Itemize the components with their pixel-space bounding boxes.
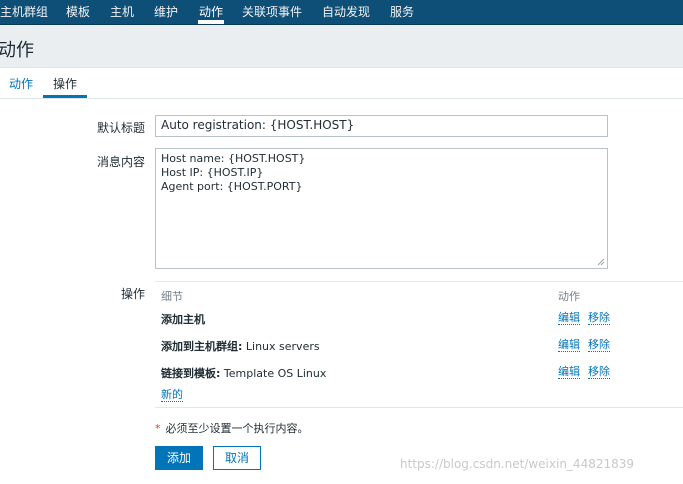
remove-link[interactable]: 移除	[588, 312, 610, 325]
cancel-button[interactable]: 取消	[213, 446, 261, 470]
nav-item-actions[interactable]: 动作	[199, 3, 223, 20]
operation-type: 链接到模板:	[161, 367, 221, 380]
operation-row-text: 添加主机	[161, 311, 205, 327]
edit-link[interactable]: 编辑	[558, 366, 580, 379]
nav-active-indicator	[198, 20, 224, 24]
nav-item-templates[interactable]: 模板	[66, 3, 90, 20]
nav-item-host-groups[interactable]: 主机群组	[0, 3, 48, 20]
operations-label: 操作	[121, 287, 146, 301]
operation-target: Template OS Linux	[220, 367, 327, 380]
nav-item-maintenance[interactable]: 维护	[154, 3, 178, 20]
tab-operations[interactable]: 操作	[53, 75, 77, 92]
page-title: 动作	[0, 40, 34, 61]
requirement-text: 必须至少设置一个执行内容。	[165, 422, 309, 435]
operation-type: 添加到主机群组:	[161, 340, 243, 353]
operation-target: Linux servers	[242, 340, 320, 353]
tab-active-indicator	[43, 95, 87, 98]
message-label: 消息内容	[97, 155, 146, 169]
operation-row-text: 添加到主机群组: Linux servers	[161, 338, 320, 354]
watermark-text: https://blog.csdn.net/weixin_44821839	[400, 457, 635, 471]
required-star: *	[155, 422, 161, 435]
edit-link[interactable]: 编辑	[558, 339, 580, 352]
nav-item-hosts[interactable]: 主机	[110, 3, 134, 20]
action-column-header: 动作	[558, 290, 580, 303]
new-operation-link[interactable]: 新的	[161, 389, 183, 402]
subject-input[interactable]: Auto registration: {HOST.HOST}	[155, 115, 608, 137]
add-button[interactable]: 添加	[155, 446, 203, 470]
message-line: Agent port: {HOST.PORT}	[161, 180, 303, 193]
tab-action[interactable]: 动作	[9, 75, 33, 92]
operation-type: 添加主机	[161, 313, 205, 326]
nav-item-discovery[interactable]: 自动发现	[322, 3, 370, 20]
message-textarea[interactable]: Host name: {HOST.HOST} Host IP: {HOST.IP…	[155, 148, 608, 269]
nav-item-services[interactable]: 服务	[390, 3, 414, 20]
edit-link[interactable]: 编辑	[558, 312, 580, 325]
subject-label: 默认标题	[97, 121, 146, 135]
details-column-header: 细节	[161, 290, 183, 303]
remove-link[interactable]: 移除	[588, 366, 610, 379]
title-bar: 动作	[0, 25, 683, 68]
tab-bar: 动作 操作	[0, 68, 683, 99]
message-line: Host name: {HOST.HOST}	[161, 152, 306, 165]
requirement-note: * 必须至少设置一个执行内容。	[155, 420, 309, 436]
remove-link[interactable]: 移除	[588, 339, 610, 352]
top-navigation: 主机群组 模板 主机 维护 动作 关联项事件 自动发现 服务	[0, 0, 683, 25]
operation-row-text: 链接到模板: Template OS Linux	[161, 365, 326, 381]
nav-item-correlation[interactable]: 关联项事件	[242, 3, 302, 20]
resize-grip-icon[interactable]	[597, 258, 605, 266]
message-line: Host IP: {HOST.IP}	[161, 166, 264, 179]
operations-table: 细节 动作 添加主机 编辑 移除 添加到主机群组: Linux servers …	[155, 281, 683, 408]
